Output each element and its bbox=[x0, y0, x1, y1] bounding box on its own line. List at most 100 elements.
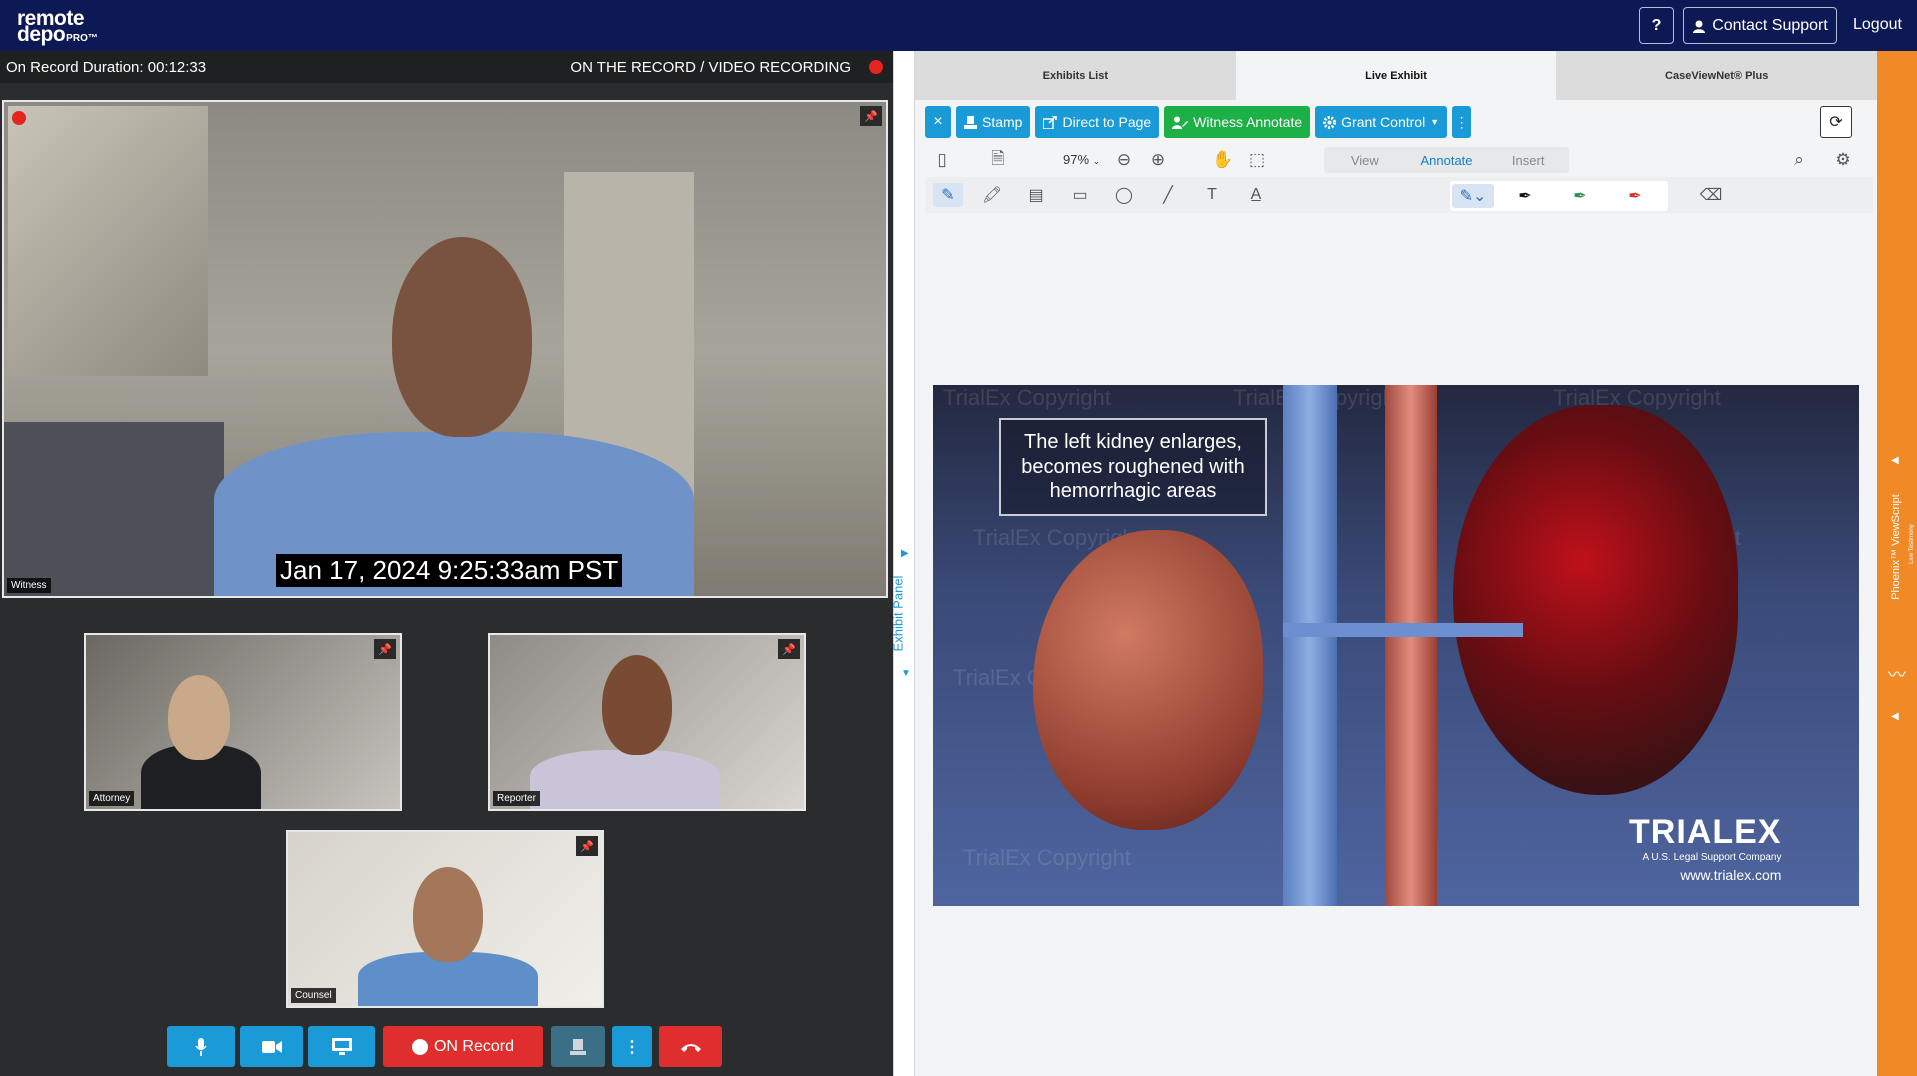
grant-control-dropdown[interactable]: Grant Control ▼ bbox=[1315, 106, 1448, 138]
search-icon[interactable]: ⌕ bbox=[1787, 149, 1811, 171]
witness-label: Witness bbox=[7, 578, 51, 593]
microphone-icon bbox=[195, 1037, 207, 1056]
normal-kidney-illustration bbox=[1033, 530, 1263, 830]
exhibit-image[interactable]: TrialEx Copyright TrialEx Copyright Tria… bbox=[933, 385, 1859, 906]
eraser-icon[interactable]: ⌫ bbox=[1696, 183, 1726, 207]
collapse-left-icon-lower[interactable]: ◀ bbox=[1891, 711, 1899, 722]
witness-video-tile[interactable]: 📌 Witness bbox=[2, 100, 888, 598]
viewscript-side-panel[interactable]: ◀ Phoenix™ ViewScript Live Testimony 〰 ◀ bbox=[1877, 51, 1917, 1076]
stamp-button[interactable]: Stamp bbox=[956, 106, 1031, 138]
reporter-label: Reporter bbox=[493, 791, 540, 806]
exhibit-caption: The left kidney enlarges, becomes roughe… bbox=[999, 418, 1267, 516]
text-box-icon[interactable]: ▤ bbox=[1021, 183, 1051, 207]
monitor-icon bbox=[331, 1038, 352, 1055]
sidebar-toggle-icon[interactable]: ▯ bbox=[930, 149, 954, 171]
gear-icon bbox=[1323, 115, 1337, 129]
help-button[interactable]: ? bbox=[1639, 7, 1674, 44]
exhibit-action-bar: × Stamp Direct to Page Witness Annotate … bbox=[925, 106, 1472, 138]
tab-caseviewnet-plus[interactable]: CaseViewNet® Plus bbox=[1556, 51, 1878, 100]
page-view-icon[interactable]: 🗎 bbox=[986, 149, 1010, 171]
expand-down-icon[interactable]: ▼ bbox=[901, 668, 911, 679]
mode-annotate[interactable]: Annotate bbox=[1406, 147, 1488, 173]
renal-vein-illustration bbox=[1283, 623, 1523, 637]
zoom-level-dropdown[interactable]: 97% ⌄ bbox=[1063, 152, 1100, 167]
exhibit-stamp-button[interactable] bbox=[551, 1026, 605, 1067]
collapse-left-icon[interactable]: ◀ bbox=[1891, 455, 1899, 466]
refresh-button[interactable]: ⟳ bbox=[1820, 106, 1852, 138]
text-underline-icon[interactable]: A̲ bbox=[1241, 183, 1271, 207]
on-record-label: ON Record bbox=[433, 1037, 515, 1055]
pen-black-icon[interactable]: ✒ bbox=[1510, 184, 1540, 208]
record-status-bar: On Record Duration: 00:12:33 ON THE RECO… bbox=[0, 51, 893, 83]
pin-icon[interactable]: 📌 bbox=[778, 639, 800, 659]
stamp-icon bbox=[570, 1038, 586, 1055]
pin-icon[interactable]: 📌 bbox=[374, 639, 396, 659]
attorney-label: Attorney bbox=[89, 791, 135, 806]
on-record-button[interactable]: ON Record bbox=[383, 1026, 543, 1067]
direct-to-page-button[interactable]: Direct to Page bbox=[1035, 106, 1160, 138]
direct-to-page-label: Direct to Page bbox=[1062, 114, 1152, 130]
text-icon[interactable]: T bbox=[1197, 183, 1227, 207]
record-dot-icon bbox=[411, 1038, 428, 1055]
phone-hangup-icon bbox=[680, 1043, 701, 1052]
highlighter-icon[interactable]: 🖍 bbox=[977, 183, 1007, 207]
close-exhibit-button[interactable]: × bbox=[925, 106, 951, 138]
witness-annotate-button[interactable]: Witness Annotate bbox=[1164, 106, 1311, 138]
user-edit-icon bbox=[1172, 116, 1189, 129]
viewer-toolbar: ▯ 🗎 97% ⌄ ⊖ ⊕ ✋ ⬚ View Annotate Insert ⌕… bbox=[925, 143, 1873, 177]
pen-green-icon[interactable]: ✒ bbox=[1565, 184, 1595, 208]
pin-icon[interactable]: 📌 bbox=[860, 106, 882, 126]
camera-button[interactable] bbox=[240, 1026, 303, 1067]
line-icon[interactable]: ╱ bbox=[1153, 183, 1183, 207]
marquee-select-icon[interactable]: ⬚ bbox=[1245, 149, 1269, 171]
witness-annotate-label: Witness Annotate bbox=[1193, 114, 1303, 130]
rectangle-icon[interactable]: ▭ bbox=[1065, 183, 1095, 207]
screen-share-button[interactable] bbox=[308, 1026, 375, 1067]
aorta-illustration bbox=[1385, 385, 1437, 906]
pen-blue-dropdown-icon[interactable]: ✎⌄ bbox=[1452, 184, 1494, 208]
attorney-video-tile[interactable]: 📌 Attorney bbox=[84, 633, 402, 811]
exhibit-panel-label: Exhibit Panel bbox=[890, 575, 906, 652]
counsel-head bbox=[413, 867, 483, 962]
recording-indicator-icon bbox=[869, 60, 883, 74]
top-navbar: remote depoPRO™ ? Contact Support Logout bbox=[0, 0, 1917, 51]
pin-icon[interactable]: 📌 bbox=[576, 836, 598, 856]
counsel-label: Counsel bbox=[291, 988, 336, 1003]
exhibit-panel: Exhibits List Live Exhibit CaseViewNet® … bbox=[915, 51, 1878, 1076]
trialex-brand: TRIALEX bbox=[1629, 813, 1782, 851]
pen-red-icon[interactable]: ✒ bbox=[1620, 184, 1650, 208]
exhibit-panel-toggle[interactable]: ▶ Exhibit Panel ▼ bbox=[890, 51, 915, 1076]
watermark-text: TrialEx Copyright bbox=[943, 385, 1111, 410]
hang-up-button[interactable] bbox=[659, 1026, 722, 1067]
reporter-video-tile[interactable]: 📌 Reporter bbox=[488, 633, 806, 811]
tab-live-exhibit[interactable]: Live Exhibit bbox=[1235, 51, 1557, 100]
expand-right-icon[interactable]: ▶ bbox=[901, 548, 909, 559]
counsel-video-tile[interactable]: 📌 Counsel bbox=[286, 830, 604, 1008]
logout-link[interactable]: Logout bbox=[1853, 16, 1902, 34]
contact-support-button[interactable]: Contact Support bbox=[1683, 7, 1837, 44]
attorney-head bbox=[168, 675, 230, 760]
microphone-button[interactable] bbox=[167, 1026, 235, 1067]
mode-insert[interactable]: Insert bbox=[1487, 147, 1569, 173]
trialex-subtitle: A U.S. Legal Support Company bbox=[1642, 852, 1782, 863]
mode-view[interactable]: View bbox=[1324, 147, 1406, 173]
tab-exhibits-list[interactable]: Exhibits List bbox=[915, 51, 1236, 100]
contact-support-label: Contact Support bbox=[1712, 16, 1828, 34]
remotedepo-logo[interactable]: remote depoPRO™ bbox=[17, 8, 98, 45]
share-icon bbox=[1043, 115, 1058, 129]
freehand-pen-icon[interactable]: ✎ bbox=[933, 183, 963, 207]
video-timestamp: Jan 17, 2024 9:25:33am PST bbox=[276, 554, 623, 587]
pan-hand-icon[interactable]: ✋ bbox=[1211, 149, 1235, 171]
exhibit-more-button[interactable]: ⋮ bbox=[1452, 106, 1472, 138]
zoom-out-icon[interactable]: ⊖ bbox=[1112, 149, 1136, 171]
mode-switcher: View Annotate Insert bbox=[1324, 147, 1569, 173]
grant-control-label: Grant Control bbox=[1341, 114, 1426, 130]
more-options-button[interactable]: ⋮ bbox=[612, 1026, 652, 1067]
ellipse-icon[interactable]: ◯ bbox=[1109, 183, 1139, 207]
trialex-logo: TRIALEX A U.S. Legal Support Company www… bbox=[1629, 813, 1781, 883]
settings-gear-icon[interactable]: ⚙ bbox=[1831, 149, 1855, 171]
zoom-in-icon[interactable]: ⊕ bbox=[1146, 149, 1170, 171]
pen-color-group: ✎⌄ ✒ ✒ ✒ bbox=[1450, 181, 1668, 211]
zoom-level-value: 97% bbox=[1063, 152, 1090, 167]
vena-cava-illustration bbox=[1283, 385, 1337, 906]
